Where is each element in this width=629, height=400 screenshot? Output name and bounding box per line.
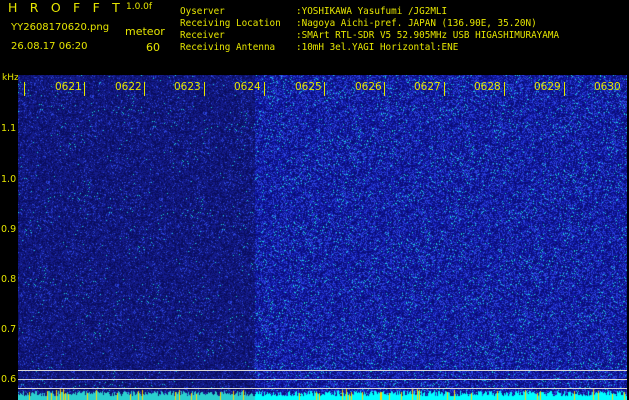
- y-tick-label: 0.6: [1, 374, 17, 385]
- minute-marker: [564, 82, 565, 96]
- frequency-marker-line: [18, 379, 627, 380]
- minute-marker: [264, 82, 265, 96]
- x-tick-label: 0621: [55, 81, 82, 93]
- x-tick-label: 0628: [474, 81, 501, 93]
- frequency-marker-line: [18, 388, 627, 389]
- x-tick-label: 0625: [295, 81, 322, 93]
- info-observer: Oyserver:YOSHIKAWA Yasufumi /JG2MLI: [180, 6, 448, 17]
- spectrogram: [18, 75, 627, 400]
- minute-marker: [504, 82, 505, 96]
- x-tick-label: 0623: [174, 81, 201, 93]
- meteor-count: 60: [146, 41, 160, 54]
- x-tick-label: 0627: [414, 81, 441, 93]
- info-receiver: Receiver:SMArt RTL-SDR V5 52.905MHz USB …: [180, 30, 560, 41]
- minute-marker: [204, 82, 205, 96]
- x-tick-label: 0626: [355, 81, 382, 93]
- file-name: YY2608170620.png: [11, 22, 110, 33]
- info-antenna: Receiving Antenna:10mH 3el.YAGI Horizont…: [180, 42, 459, 53]
- y-tick-label: 0.7: [1, 324, 17, 335]
- date-time: 26.08.17 06:20: [11, 41, 88, 52]
- info-location: Receiving Location:Nagoya Aichi-pref. JA…: [180, 18, 537, 29]
- minute-marker: [84, 82, 85, 96]
- x-tick-label: 0630: [594, 81, 621, 93]
- minute-marker: [324, 82, 325, 96]
- minute-marker: [384, 82, 385, 96]
- station-info: Oyserver:YOSHIKAWA Yasufumi /JG2MLI Rece…: [180, 6, 559, 54]
- app-title: H R O F F T: [8, 0, 125, 15]
- y-tick-label: 0.9: [1, 224, 17, 235]
- app-version: 1.0.0f: [126, 2, 153, 12]
- x-tick-label: 0629: [534, 81, 561, 93]
- y-tick-label: 1.0: [1, 174, 17, 185]
- mode-label: meteor: [125, 25, 165, 38]
- y-tick-label: 0.8: [1, 274, 17, 285]
- minute-marker: [24, 82, 25, 96]
- x-tick-label: 0624: [234, 81, 261, 93]
- minute-marker: [144, 82, 145, 96]
- x-tick-label: 0622: [115, 81, 142, 93]
- header-left: H R O F F T 1.0.0f YY2608170620.png mete…: [8, 0, 173, 70]
- y-tick-label: 1.1: [1, 123, 17, 134]
- frequency-marker-line: [18, 370, 627, 371]
- minute-marker: [444, 82, 445, 96]
- y-axis-unit: kHz: [2, 73, 19, 83]
